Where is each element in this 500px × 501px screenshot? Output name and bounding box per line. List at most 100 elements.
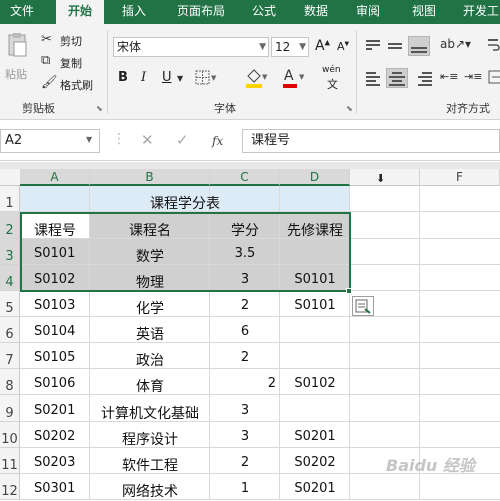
grow-font-button[interactable]: A▲ [315,38,330,54]
font-size-select[interactable]: 12 ▼ [271,37,309,57]
paste-icon[interactable] [6,32,28,58]
cell-course-name[interactable]: 计算机文化基础 [90,403,210,423]
cell-prerequisite[interactable]: S0201 [280,481,350,496]
tab-file[interactable]: 文件 [0,0,44,24]
tab-home[interactable]: 开始 [56,0,104,24]
selection-border[interactable] [20,212,351,292]
cut-button[interactable]: 剪切 [60,33,82,49]
cell-prerequisite[interactable]: S0101 [280,298,350,313]
tab-view[interactable]: 视图 [404,0,444,24]
row-header-5[interactable]: 5 [0,291,20,317]
cell-course-name[interactable]: 化学 [90,298,210,318]
format-painter-button[interactable]: 格式刷 [60,77,93,93]
fill-color-icon[interactable]: ▼ [244,66,270,88]
increase-indent-icon[interactable]: ⇥≡ [464,70,482,83]
cell-course-name[interactable]: 英语 [90,324,210,344]
phonetic-guide-button[interactable]: wén [322,65,341,75]
scissors-icon: ✂ [41,32,52,47]
cell-course-name[interactable]: 软件工程 [90,455,210,475]
cell-credit[interactable]: 6 [210,324,280,339]
decrease-indent-icon[interactable]: ⇤≡ [440,70,458,83]
row-header-10[interactable]: 10 [0,422,20,448]
name-box[interactable]: A2 [0,129,100,153]
align-right-icon[interactable] [416,70,434,86]
paste-button[interactable]: 粘贴 [5,66,27,82]
cell-course-id[interactable]: S0105 [34,350,90,365]
cell-course-id[interactable]: S0103 [34,298,90,313]
format-painter-icon: 🖌 [41,75,58,90]
align-left-icon[interactable] [364,70,382,86]
cell-prerequisite[interactable]: S0102 [280,376,350,391]
cell-course-id[interactable]: S0203 [34,455,90,470]
clipboard-launcher-icon[interactable]: ⬊ [96,104,103,113]
font-name-select[interactable]: 宋体 ▼ [113,37,269,57]
row-header-12[interactable]: 12 [0,474,20,500]
row-header-3[interactable]: 3 [0,239,20,265]
font-color-icon[interactable]: A ▼ [281,66,307,88]
cell-course-id[interactable]: S0106 [34,376,90,391]
grow-font-label: A [315,38,325,54]
cancel-icon[interactable]: ✕ [141,131,154,149]
quick-analysis-button[interactable] [352,296,374,316]
column-header-d[interactable]: D [280,169,350,186]
align-center-icon[interactable] [386,68,408,88]
tab-formulas[interactable]: 公式 [244,0,284,24]
row-header-1[interactable]: 1 [0,186,20,212]
cell-course-name[interactable]: 程序设计 [90,429,210,449]
bold-button[interactable]: B [118,70,128,85]
font-launcher-icon[interactable]: ⬊ [346,104,353,113]
row-header-6[interactable]: 6 [0,317,20,343]
tab-review[interactable]: 审阅 [348,0,388,24]
row-header-2[interactable]: 2 [0,212,20,239]
phonetic-guide-icon: 文 [327,78,338,91]
clipboard-group-label: 剪贴板 [22,102,55,115]
orientation-icon[interactable]: ab↗▾ [440,37,471,51]
row-header-7[interactable]: 7 [0,343,20,369]
shrink-font-button[interactable]: A▼ [337,40,349,53]
cell-credit[interactable]: 2 [210,376,276,391]
wrap-text-icon[interactable] [486,36,500,54]
cell-course-id[interactable]: S0201 [34,403,90,418]
cell-course-name[interactable]: 网络技术 [90,481,210,501]
align-bottom-icon[interactable] [408,36,430,56]
column-header-f[interactable]: F [420,169,500,186]
tab-page-layout[interactable]: 页面布局 [166,0,236,24]
cell-course-id[interactable]: S0301 [34,481,90,496]
enter-check-icon[interactable]: ✓ [176,131,189,149]
tab-data[interactable]: 数据 [296,0,336,24]
row-header-11[interactable]: 11 [0,448,20,474]
align-top-icon[interactable] [364,38,382,54]
cell-prerequisite[interactable]: S0201 [280,429,350,444]
formula-input[interactable]: 课程号 [242,129,500,153]
cell-credit[interactable]: 3 [210,429,280,444]
cell-course-id[interactable]: S0104 [34,324,90,339]
chevron-down-icon[interactable]: ▼ [86,135,92,144]
underline-button[interactable]: U [162,70,172,85]
column-header-b[interactable]: B [90,169,210,186]
cell-course-id[interactable]: S0202 [34,429,90,444]
copy-button[interactable]: 复制 [60,55,82,71]
italic-button[interactable]: I [141,70,146,85]
row-header-8[interactable]: 8 [0,369,20,395]
tab-insert[interactable]: 插入 [112,0,156,24]
cell-prerequisite[interactable]: S0202 [280,455,350,470]
cell-credit[interactable]: 3 [210,403,280,418]
insert-function-icon[interactable]: fx [212,134,223,148]
chevron-down-icon[interactable]: ▼ [177,74,183,83]
fill-handle[interactable] [346,288,352,294]
cell-course-name[interactable]: 体育 [90,376,210,396]
column-header-c[interactable]: C [210,169,280,186]
cell-course-name[interactable]: 政治 [90,350,210,370]
row-header-9[interactable]: 9 [0,395,20,422]
column-header-a[interactable]: A [20,169,90,186]
align-middle-icon[interactable] [386,38,404,54]
cell-credit[interactable]: 2 [210,455,280,470]
cell-credit[interactable]: 2 [210,350,280,365]
merge-center-icon[interactable] [488,68,500,86]
borders-icon[interactable]: ▼ [194,68,218,86]
row-header-4[interactable]: 4 [0,265,20,291]
cell-title[interactable]: 课程学分表 [20,193,350,213]
cell-credit[interactable]: 1 [210,481,280,496]
cell-credit[interactable]: 2 [210,298,280,313]
tab-developer[interactable]: 开发工 [456,0,500,24]
